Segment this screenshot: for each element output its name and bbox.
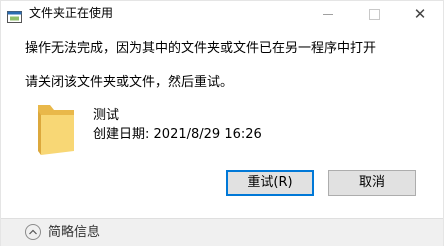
- chevron-up-icon[interactable]: [25, 224, 41, 240]
- created-value: 2021/8/29 16:26: [153, 127, 262, 142]
- footer-bar: 简略信息: [1, 218, 443, 246]
- window-title: 文件夹正在使用: [29, 6, 114, 20]
- maximize-icon: [368, 8, 380, 20]
- title-bar[interactable]: 文件夹正在使用 ✕: [1, 1, 443, 27]
- details-toggle[interactable]: 简略信息: [48, 224, 100, 241]
- app-icon: [7, 8, 22, 23]
- message-line-1: 操作无法完成，因为其中的文件夹或文件已在另一程序中打开: [25, 41, 377, 56]
- cancel-button[interactable]: 取消: [328, 170, 416, 196]
- minimize-button[interactable]: [305, 1, 351, 27]
- minimize-icon: [323, 13, 333, 15]
- close-button[interactable]: ✕: [397, 1, 443, 27]
- message-line-2: 请关闭该文件夹或文件，然后重试。: [25, 75, 234, 90]
- file-name: 测试: [93, 108, 120, 123]
- created-date: 创建日期: 2021/8/29 16:26: [93, 126, 262, 143]
- folder-icon: [36, 101, 76, 157]
- dialog-window: 文件夹正在使用 ✕ 操作无法完成，因为其中的文件夹或文件已在另一程序中打开 请关…: [0, 0, 444, 246]
- created-label: 创建日期:: [93, 127, 150, 142]
- close-icon: ✕: [413, 4, 427, 23]
- retry-button[interactable]: 重试(R): [226, 170, 314, 196]
- maximize-button[interactable]: [351, 1, 397, 27]
